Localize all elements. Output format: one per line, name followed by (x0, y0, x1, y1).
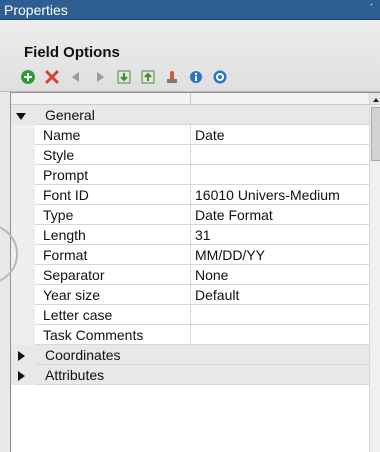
export-icon (141, 70, 155, 84)
property-name: Task Comments (43, 327, 144, 343)
add-icon (21, 70, 35, 84)
column-divider[interactable] (190, 93, 191, 105)
expand-icon[interactable] (15, 370, 27, 382)
category-coordinates[interactable]: Coordinates (11, 345, 369, 365)
property-row-letter-case[interactable]: Letter case (11, 305, 369, 325)
category-label: General (45, 107, 95, 123)
grid-header (11, 93, 369, 105)
property-name: Prompt (43, 167, 89, 183)
scroll-up-button[interactable] (370, 93, 380, 105)
category-attributes[interactable]: Attributes (11, 365, 369, 385)
window-title: Properties (4, 2, 68, 18)
properties-panel: Properties ´ Field Options General Name … (0, 0, 380, 452)
property-row-font-id[interactable]: Font ID 16010 Univers-Medium (11, 185, 369, 205)
help-icon (213, 70, 227, 84)
help-button[interactable] (210, 67, 230, 87)
stamp-button[interactable] (162, 67, 182, 87)
scroll-thumb[interactable] (371, 107, 380, 161)
property-name: Length (43, 227, 86, 243)
add-button[interactable] (18, 67, 38, 87)
stamp-icon (167, 71, 177, 83)
delete-icon (45, 70, 59, 84)
title-bar[interactable]: Properties ´ (0, 0, 380, 20)
property-value[interactable]: Date (195, 127, 225, 143)
property-name: Format (43, 247, 88, 263)
import-button[interactable] (114, 67, 134, 87)
pin-icon[interactable]: ´ (370, 2, 378, 16)
category-general[interactable]: General (11, 105, 369, 125)
vertical-scrollbar[interactable] (369, 93, 380, 452)
property-value[interactable]: 16010 Univers-Medium (195, 187, 340, 203)
previous-button[interactable] (66, 67, 86, 87)
property-row-format[interactable]: Format MM/DD/YY (11, 245, 369, 265)
next-button[interactable] (90, 67, 110, 87)
property-name: Type (43, 207, 74, 223)
property-name: Letter case (43, 307, 113, 323)
group-title: Field Options (24, 44, 120, 61)
property-name: Year size (43, 287, 101, 303)
property-value[interactable]: MM/DD/YY (195, 247, 265, 263)
property-grid: General Name Date Style Prompt Font ID 1… (10, 92, 380, 452)
property-row-year-size[interactable]: Year size Default (11, 285, 369, 305)
property-value[interactable]: Date Format (195, 207, 273, 223)
arrow-right-icon (97, 72, 104, 82)
info-icon (190, 71, 202, 83)
import-icon (117, 70, 131, 84)
scroll-up-icon (373, 98, 379, 102)
property-row-prompt[interactable]: Prompt (11, 165, 369, 185)
property-row-length[interactable]: Length 31 (11, 225, 369, 245)
info-button[interactable] (186, 67, 206, 87)
collapse-icon[interactable] (15, 110, 27, 122)
property-row-separator[interactable]: Separator None (11, 265, 369, 285)
delete-button[interactable] (42, 67, 62, 87)
property-row-task-comments[interactable]: Task Comments (11, 325, 369, 345)
property-row-style[interactable]: Style (11, 145, 369, 165)
property-row-name[interactable]: Name Date (11, 125, 369, 145)
property-name: Name (43, 127, 81, 143)
toolbar (18, 66, 230, 88)
property-row-type[interactable]: Type Date Format (11, 205, 369, 225)
category-label: Attributes (45, 367, 105, 383)
property-value[interactable]: None (195, 267, 228, 283)
export-button[interactable] (138, 67, 158, 87)
property-value[interactable]: 31 (195, 227, 211, 243)
property-rows: General Name Date Style Prompt Font ID 1… (11, 105, 369, 385)
arrow-left-icon (72, 72, 79, 82)
category-label: Coordinates (45, 347, 121, 363)
property-name: Font ID (43, 187, 89, 203)
expand-icon[interactable] (15, 350, 27, 362)
property-value[interactable]: Default (195, 287, 239, 303)
property-name: Style (43, 147, 75, 163)
property-name: Separator (43, 267, 105, 283)
